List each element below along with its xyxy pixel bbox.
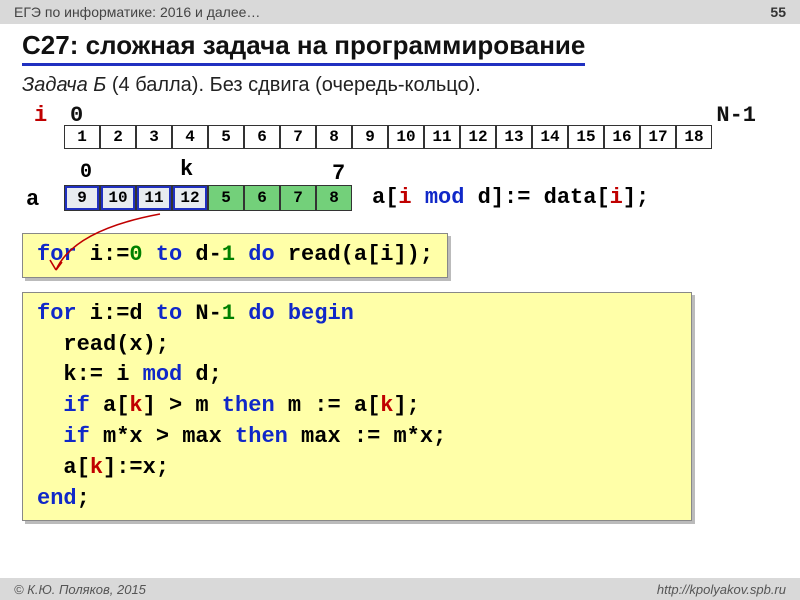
source-url: http://kpolyakov.spb.ru bbox=[657, 582, 786, 597]
data-cell: 16 bbox=[604, 125, 640, 149]
data-cell: 14 bbox=[532, 125, 568, 149]
header-left: ЕГЭ по информатике: 2016 и далее… bbox=[14, 4, 260, 20]
data-cell: 6 bbox=[244, 125, 280, 149]
subtitle: Задача Б (4 балла). Без сдвига (очередь-… bbox=[22, 74, 778, 97]
code-line: end; bbox=[37, 484, 677, 515]
data-cell: 18 bbox=[676, 125, 712, 149]
array-a-cell: 5 bbox=[208, 185, 244, 211]
data-array: 123456789101112131415161718 bbox=[64, 125, 778, 149]
data-cell: 12 bbox=[460, 125, 496, 149]
a-index-7: 7 bbox=[332, 161, 345, 186]
data-cell: 1 bbox=[64, 125, 100, 149]
data-cell: 8 bbox=[316, 125, 352, 149]
code-line: a[k]:=x; bbox=[37, 453, 677, 484]
slide-title: С27: сложная задача на программирование bbox=[22, 30, 585, 66]
data-cell: 3 bbox=[136, 125, 172, 149]
task-score: (4 балла). bbox=[112, 74, 204, 96]
code-line: for i:=d to N-1 do begin bbox=[37, 299, 677, 330]
data-cell: 11 bbox=[424, 125, 460, 149]
task-name: Задача Б bbox=[22, 74, 106, 96]
code-line: if m*x > max then max := m*x; bbox=[37, 422, 677, 453]
label-zero: 0 bbox=[70, 103, 83, 128]
array-a-cell: 8 bbox=[316, 185, 352, 211]
code-line: k:= i mod d; bbox=[37, 360, 677, 391]
label-a: a bbox=[26, 187, 39, 212]
data-cell: 7 bbox=[280, 125, 316, 149]
array-a-cells: 91011125678 bbox=[64, 185, 352, 211]
a-index-0: 0 bbox=[80, 161, 92, 184]
data-cell: 13 bbox=[496, 125, 532, 149]
copyright: © К.Ю. Поляков, 2015 bbox=[14, 582, 146, 597]
a-index-k: k bbox=[180, 157, 193, 182]
code-block-2: for i:=d to N-1 do begin read(x); k:= i … bbox=[22, 292, 692, 522]
data-cell: 17 bbox=[640, 125, 676, 149]
label-i: i bbox=[34, 103, 47, 128]
array-a-cell: 6 bbox=[244, 185, 280, 211]
code-line: read(x); bbox=[37, 330, 677, 361]
data-cell: 4 bbox=[172, 125, 208, 149]
code-line: if a[k] > m then m := a[k]; bbox=[37, 391, 677, 422]
array-a-block: 0 k 7 a 91011125678 a[i mod d]:= data[i]… bbox=[22, 161, 778, 219]
array-a-cell: 10 bbox=[100, 185, 136, 211]
index-labels: i 0 N-1 bbox=[22, 103, 778, 125]
array-a-cell: 12 bbox=[172, 185, 208, 211]
data-cell: 9 bbox=[352, 125, 388, 149]
data-cell: 15 bbox=[568, 125, 604, 149]
slide-body: С27: сложная задача на программирование … bbox=[0, 24, 800, 521]
label-n-minus-1: N-1 bbox=[716, 103, 756, 128]
data-cell: 5 bbox=[208, 125, 244, 149]
task-desc: Без сдвига (очередь-кольцо). bbox=[210, 74, 481, 96]
array-a-cell: 11 bbox=[136, 185, 172, 211]
data-cell: 2 bbox=[100, 125, 136, 149]
page-number: 55 bbox=[770, 4, 786, 20]
assignment-expr: a[i mod d]:= data[i]; bbox=[372, 185, 649, 210]
data-cell: 10 bbox=[388, 125, 424, 149]
header: ЕГЭ по информатике: 2016 и далее… 55 bbox=[0, 0, 800, 24]
footer: © К.Ю. Поляков, 2015 http://kpolyakov.sp… bbox=[0, 578, 800, 600]
code-block-1: for i:=0 to d-1 do read(a[i]); bbox=[22, 233, 448, 278]
array-a-cell: 9 bbox=[64, 185, 100, 211]
array-a-cell: 7 bbox=[280, 185, 316, 211]
